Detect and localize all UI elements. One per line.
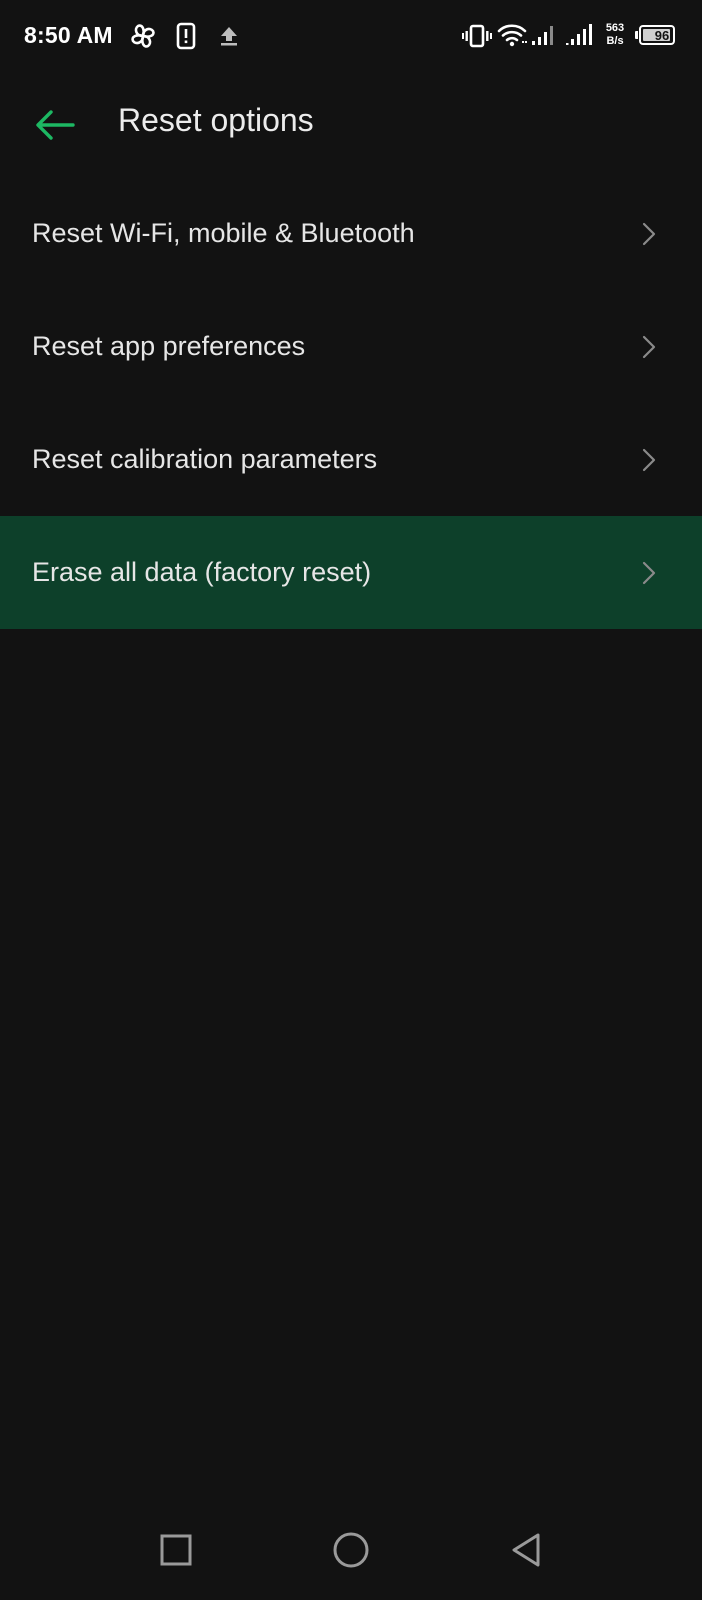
vibrate-icon [462,24,492,48]
signal-2-icon [566,24,592,45]
list-item-label: Reset calibration parameters [32,444,378,474]
phone-alert-icon [176,22,196,50]
back-button[interactable] [26,100,84,150]
arrow-left-icon [36,110,75,140]
status-time: 8:50 AM [24,22,113,48]
list-item-label: Reset Wi-Fi, mobile & Bluetooth [32,218,415,248]
chevron-right-icon [642,335,656,359]
net-speed-unit: B/s [606,35,624,47]
chevron-right-icon [642,561,656,585]
recents-button[interactable] [146,1515,206,1585]
wifi-icon [497,24,527,47]
list-item-label: Reset app preferences [32,331,306,361]
list-item-factory-reset[interactable]: Erase all data (factory reset) [0,516,702,629]
home-button[interactable] [321,1515,381,1585]
page-title: Reset options [118,102,314,138]
list-item-reset-network[interactable]: Reset Wi-Fi, mobile & Bluetooth [0,177,702,290]
signal-1-icon [532,26,553,45]
net-speed: 563 B/s [603,22,627,48]
home-circle-icon [333,1532,369,1568]
battery-level: 96 [654,28,670,43]
net-speed-value: 563 [605,22,625,34]
chevron-right-icon [642,448,656,472]
navigation-bar [0,1515,702,1600]
status-bar: 8:50 AM 563 B/s 96 [0,0,702,72]
recents-square-icon [160,1534,192,1566]
upload-icon [221,27,237,46]
pinwheel-icon [131,24,155,48]
list-item-label: Erase all data (factory reset) [32,557,372,587]
back-triangle-icon [512,1533,540,1567]
list-item-reset-calibration[interactable]: Reset calibration parameters [0,403,702,516]
settings-list: Reset Wi-Fi, mobile & Bluetooth Reset ap… [0,177,702,629]
chevron-right-icon [642,222,656,246]
back-nav-button[interactable] [496,1515,556,1585]
battery-icon: 96 [635,25,675,45]
list-item-reset-app-preferences[interactable]: Reset app preferences [0,290,702,403]
